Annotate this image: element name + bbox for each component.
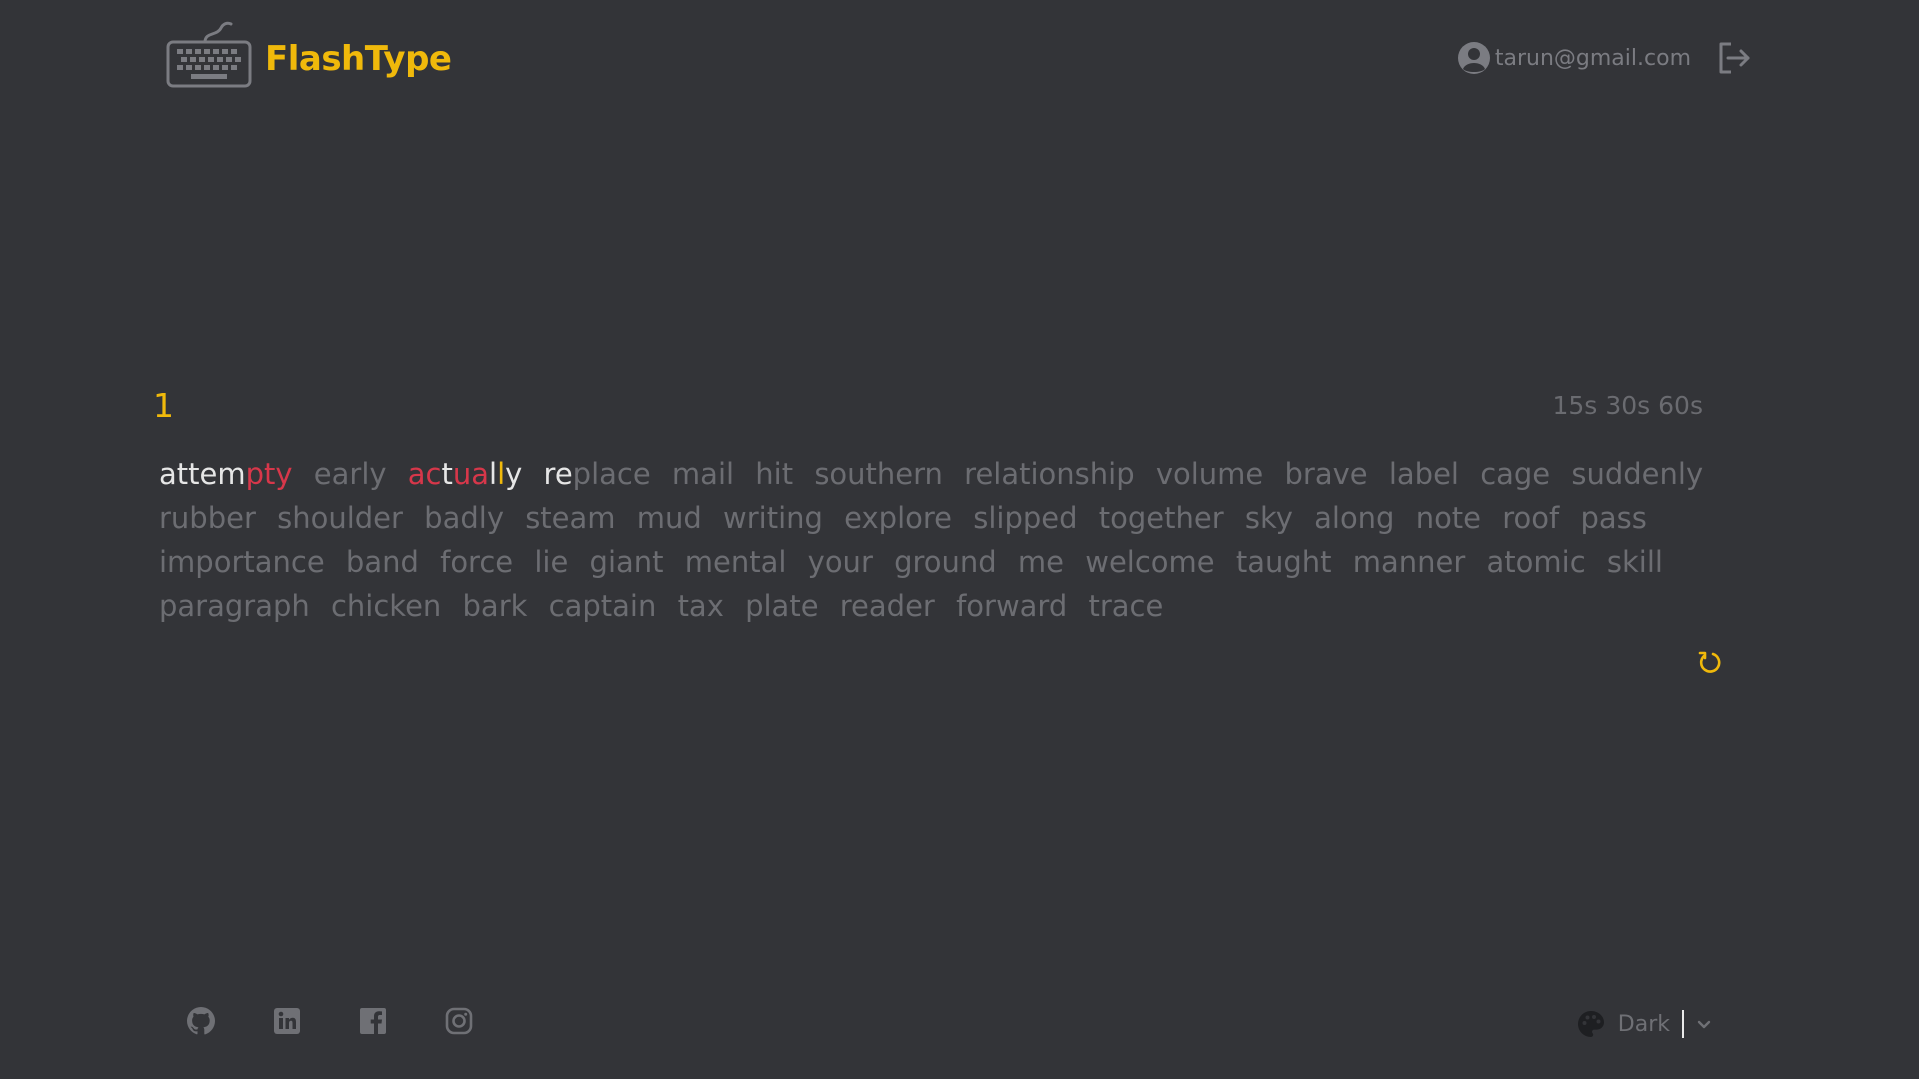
word: bark: [462, 589, 528, 623]
typed-segment: t: [441, 457, 453, 491]
timer-counter: 1: [153, 386, 174, 425]
word: relationship: [964, 457, 1135, 491]
theme-label: Dark: [1617, 1011, 1670, 1037]
word: explore: [844, 501, 953, 535]
time-mode-selector: 15s 30s 60s: [1552, 391, 1703, 420]
chevron-down-icon[interactable]: [1694, 1014, 1714, 1034]
word: mail: [671, 457, 735, 491]
word: plate: [745, 589, 819, 623]
word: label: [1388, 457, 1459, 491]
word: chicken: [330, 589, 442, 623]
typed-word: actually: [408, 457, 523, 491]
word: lie: [534, 545, 569, 579]
user-area: tarun@gmail.com: [1457, 39, 1753, 77]
word: manner: [1352, 545, 1466, 579]
word: your: [807, 545, 873, 579]
word: ground: [894, 545, 997, 579]
typed-word: attempty: [159, 457, 293, 491]
typed-segment: place: [572, 457, 651, 491]
word: volume: [1155, 457, 1264, 491]
github-icon[interactable]: [185, 1005, 217, 1037]
linkedin-icon[interactable]: [271, 1005, 303, 1037]
typed-word: replace: [544, 457, 651, 491]
word: together: [1098, 501, 1224, 535]
word: welcome: [1085, 545, 1215, 579]
word: captain: [548, 589, 657, 623]
word: along: [1314, 501, 1395, 535]
typed-segment: l: [489, 457, 498, 491]
word: tax: [677, 589, 724, 623]
word: sky: [1244, 501, 1293, 535]
word: steam: [525, 501, 616, 535]
word: note: [1415, 501, 1482, 535]
word: cage: [1480, 457, 1551, 491]
word: roof: [1502, 501, 1560, 535]
word: mud: [636, 501, 702, 535]
typed-segment: y: [275, 457, 293, 491]
typed-segment: pt: [245, 457, 276, 491]
word: band: [345, 545, 419, 579]
typed-segment: attem: [159, 457, 246, 491]
word: southern: [814, 457, 943, 491]
typed-segment: re: [543, 457, 573, 491]
facebook-icon[interactable]: [357, 1005, 389, 1037]
word: reader: [839, 589, 935, 623]
typed-word: early: [314, 457, 387, 491]
word: me: [1017, 545, 1065, 579]
word: writing: [723, 501, 823, 535]
word: importance: [159, 545, 325, 579]
word: shoulder: [277, 501, 403, 535]
theme-selector[interactable]: Dark: [1576, 1009, 1714, 1039]
word: brave: [1284, 457, 1368, 491]
word: atomic: [1486, 545, 1586, 579]
word: giant: [589, 545, 664, 579]
user-avatar-icon[interactable]: [1457, 41, 1491, 75]
typed-segment: early: [313, 457, 387, 491]
word: force: [440, 545, 514, 579]
word: mental: [684, 545, 787, 579]
instagram-icon[interactable]: [443, 1005, 475, 1037]
typing-words[interactable]: attempty early actually replace mail hit…: [159, 452, 1749, 628]
mode-60s[interactable]: 60s: [1658, 391, 1703, 420]
word: forward: [956, 589, 1068, 623]
word: taught: [1235, 545, 1332, 579]
palette-icon: [1577, 1011, 1604, 1037]
word: trace: [1088, 589, 1164, 623]
word: rubber: [159, 501, 256, 535]
app-logo[interactable]: FlashType: [165, 18, 452, 90]
logout-icon[interactable]: [1715, 39, 1753, 77]
typed-segment: ua: [452, 457, 490, 491]
app-name: FlashType: [265, 39, 452, 79]
typed-segment: ac: [407, 457, 442, 491]
word: pass: [1580, 501, 1647, 535]
mode-30s[interactable]: 30s: [1605, 391, 1650, 420]
social-links: [185, 1005, 475, 1037]
word: slipped: [973, 501, 1078, 535]
typed-segment: y: [505, 457, 523, 491]
restart-icon[interactable]: [1696, 649, 1722, 675]
word: badly: [424, 501, 504, 535]
word: paragraph: [159, 589, 310, 623]
theme-divider: [1682, 1010, 1684, 1038]
word: suddenly: [1571, 457, 1704, 491]
word: hit: [755, 457, 794, 491]
user-email: tarun@gmail.com: [1494, 45, 1691, 71]
keyboard-logo-icon: [166, 21, 252, 88]
word: skill: [1606, 545, 1663, 579]
typed-segment: l: [497, 457, 506, 491]
typing-test-page: FlashType tarun@gmail.com 1 15s 30s 60s …: [0, 0, 1919, 1079]
mode-15s[interactable]: 15s: [1552, 391, 1597, 420]
